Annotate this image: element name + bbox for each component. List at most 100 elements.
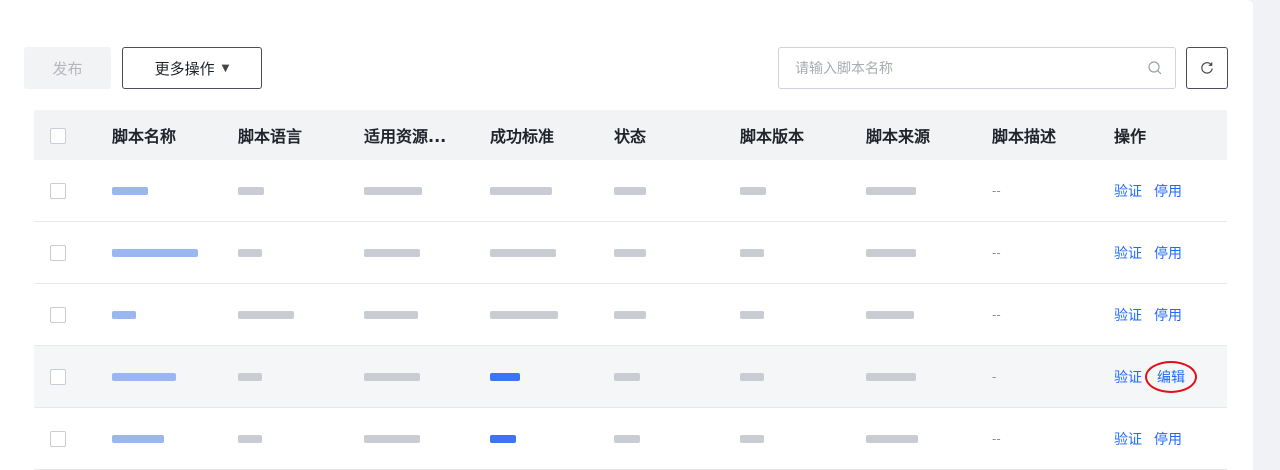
cell-language <box>222 283 348 346</box>
edit-link[interactable]: 编辑 <box>1145 360 1197 393</box>
cell-source <box>850 160 976 222</box>
disable-link[interactable]: 停用 <box>1154 308 1182 324</box>
blurred-text <box>490 311 558 319</box>
cell-description: -- <box>976 221 1098 284</box>
verify-link[interactable]: 验证 <box>1114 308 1142 324</box>
cell-script-name[interactable] <box>96 407 222 470</box>
cell-source <box>850 221 976 284</box>
cell-description: -- <box>976 407 1098 470</box>
row-checkbox[interactable] <box>50 368 66 385</box>
cell-status <box>598 407 724 470</box>
blurred-text <box>740 311 764 319</box>
row-checkbox[interactable] <box>50 182 66 199</box>
blurred-link[interactable] <box>112 435 164 443</box>
row-checkbox[interactable] <box>50 306 66 323</box>
table-row: -- 验证 停用 <box>34 283 1227 346</box>
blurred-text <box>490 249 556 257</box>
cell-language <box>222 221 348 284</box>
main-card: 发布 更多操作 ▼ 脚本名称 脚 <box>0 0 1253 470</box>
disable-link[interactable]: 停用 <box>1154 246 1182 262</box>
blurred-text <box>740 435 764 443</box>
cell-version <box>724 407 850 470</box>
search-icon[interactable] <box>1147 60 1163 76</box>
blurred-text <box>614 373 640 381</box>
blurred-badge <box>490 435 516 443</box>
cell-resource <box>348 160 474 222</box>
blurred-link[interactable] <box>112 311 136 319</box>
cell-language <box>222 345 348 408</box>
cell-description: -- <box>976 160 1098 222</box>
cell-success <box>474 221 598 284</box>
header-success-criteria[interactable]: 成功标准 <box>474 110 598 160</box>
cell-script-name[interactable] <box>96 283 222 346</box>
table-header-row: 脚本名称 脚本语言 适用资源... 成功标准 状态 脚本版本 脚本来源 脚本描述… <box>34 110 1227 160</box>
cell-language <box>222 160 348 222</box>
page-scrollbar[interactable] <box>1253 0 1280 468</box>
blurred-text <box>866 373 916 381</box>
cell-description: -- <box>976 283 1098 346</box>
blurred-text <box>614 249 646 257</box>
search-box <box>778 47 1176 89</box>
cell-success <box>474 345 598 408</box>
cell-source <box>850 283 976 346</box>
cell-status <box>598 283 724 346</box>
refresh-button[interactable] <box>1186 47 1228 89</box>
row-checkbox-cell <box>34 160 96 222</box>
search-input[interactable] <box>793 57 1127 81</box>
cell-resource <box>348 221 474 284</box>
blurred-text <box>866 311 914 319</box>
cell-source <box>850 345 976 408</box>
cell-version <box>724 345 850 408</box>
publish-button[interactable]: 发布 <box>24 47 111 89</box>
header-resource[interactable]: 适用资源... <box>348 110 474 160</box>
verify-link[interactable]: 验证 <box>1114 246 1142 262</box>
cell-success <box>474 160 598 222</box>
row-checkbox-cell <box>34 407 96 470</box>
cell-status <box>598 160 724 222</box>
cell-actions: 验证 停用 <box>1098 283 1227 346</box>
blurred-text <box>364 311 418 319</box>
cell-version <box>724 160 850 222</box>
verify-link[interactable]: 验证 <box>1114 184 1142 200</box>
cell-version <box>724 283 850 346</box>
verify-link[interactable]: 验证 <box>1114 370 1142 386</box>
cell-script-name[interactable] <box>96 160 222 222</box>
blurred-text <box>614 311 646 319</box>
blurred-text <box>364 187 422 195</box>
header-version[interactable]: 脚本版本 <box>724 110 850 160</box>
cell-actions: 验证 编辑 <box>1098 345 1227 408</box>
blurred-text <box>364 249 420 257</box>
blurred-link[interactable] <box>112 249 198 257</box>
disable-link[interactable]: 停用 <box>1154 432 1182 448</box>
table-row: -- 验证 停用 <box>34 407 1227 470</box>
select-all-checkbox[interactable] <box>50 128 66 144</box>
cell-actions: 验证 停用 <box>1098 160 1227 222</box>
blurred-text <box>364 435 420 443</box>
blurred-text <box>866 435 918 443</box>
cell-success <box>474 407 598 470</box>
blurred-text <box>614 435 640 443</box>
blurred-text <box>238 187 264 195</box>
blurred-link[interactable] <box>112 373 176 381</box>
blurred-text <box>364 373 420 381</box>
blurred-text <box>238 249 262 257</box>
row-checkbox-cell <box>34 283 96 346</box>
blurred-text <box>866 187 916 195</box>
header-description[interactable]: 脚本描述 <box>976 110 1098 160</box>
row-checkbox[interactable] <box>50 430 66 447</box>
disable-link[interactable]: 停用 <box>1154 184 1182 200</box>
cell-script-name[interactable] <box>96 221 222 284</box>
header-script-language[interactable]: 脚本语言 <box>222 110 348 160</box>
cell-script-name[interactable] <box>96 345 222 408</box>
header-script-name[interactable]: 脚本名称 <box>96 110 222 160</box>
header-source[interactable]: 脚本来源 <box>850 110 976 160</box>
row-checkbox[interactable] <box>50 244 66 261</box>
blurred-text <box>740 249 764 257</box>
header-status[interactable]: 状态 <box>598 110 724 160</box>
more-actions-label: 更多操作 <box>154 59 215 78</box>
more-actions-dropdown[interactable]: 更多操作 ▼ <box>122 47 262 89</box>
verify-link[interactable]: 验证 <box>1114 432 1142 448</box>
table-row: -- 验证 停用 <box>34 160 1227 222</box>
cell-version <box>724 221 850 284</box>
blurred-link[interactable] <box>112 187 148 195</box>
